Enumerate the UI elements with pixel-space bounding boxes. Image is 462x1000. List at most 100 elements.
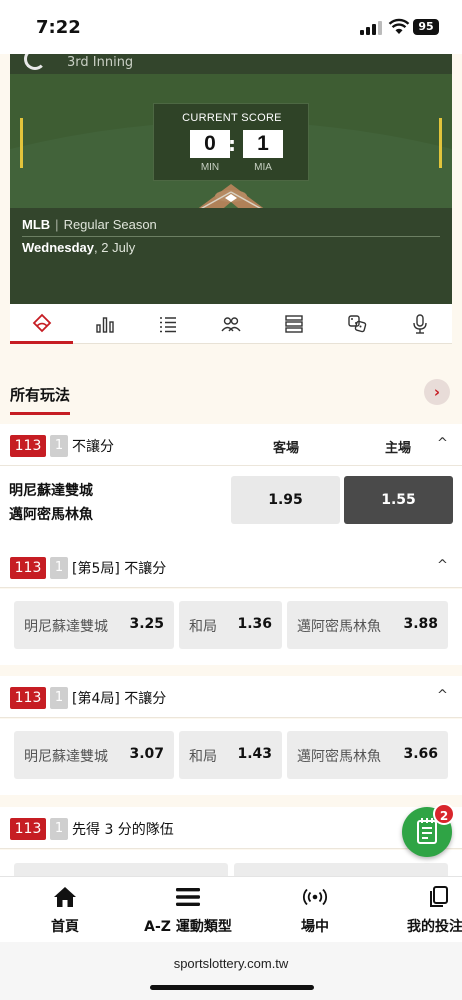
odds-option[interactable]: 和局 1.43 — [179, 731, 282, 779]
market-title: 先得 3 分的隊伍 — [72, 822, 174, 838]
market-title: [第5局] 不讓分 — [72, 561, 167, 577]
event-num-badge: 1 — [50, 435, 68, 457]
score-label: CURRENT SCORE — [182, 112, 282, 124]
home-team-abbr: MIA — [254, 162, 272, 173]
current-score-box: CURRENT SCORE 0 : 1 MIN MIA — [153, 103, 309, 181]
hero-top-band: 3rd Inning — [10, 54, 452, 74]
game-tabs — [10, 304, 452, 344]
tab-field[interactable] — [10, 304, 73, 344]
weekday: Wednesday — [22, 240, 95, 255]
bet-slip-count-badge: 2 — [433, 803, 455, 825]
tab-list[interactable] — [136, 304, 199, 344]
option-name: 邁阿密馬林魚 — [297, 749, 381, 765]
battery-indicator: 95 — [413, 19, 439, 35]
away-team-name: 明尼蘇達雙城 — [9, 483, 93, 499]
players-icon — [220, 317, 241, 332]
away-odds-button[interactable]: 1.95 — [231, 476, 340, 524]
bar-chart-icon — [95, 317, 114, 333]
microphone-icon — [412, 314, 427, 334]
browser-url-bar[interactable]: sportslottery.com.tw — [0, 942, 462, 1000]
game-hero: 3rd Inning CURRENT SCORE 0 : 1 MIN MIA M… — [10, 54, 452, 304]
event-code-badge: 113 — [10, 557, 46, 579]
status-bar: 7:22 95 — [0, 0, 462, 54]
odds-option[interactable]: 邁阿密馬林魚 3.66 — [287, 731, 448, 779]
season-name: Regular Season — [63, 217, 157, 232]
event-code-badge: 113 — [10, 435, 46, 457]
event-code-badge: 113 — [10, 687, 46, 709]
home-icon — [54, 887, 76, 907]
market-header[interactable]: 113 1 不讓分 客場 主場 ^ — [0, 424, 462, 466]
col-home-label: 主場 — [385, 441, 412, 456]
odds-option[interactable]: 和局 1.36 — [179, 601, 282, 649]
inning5-odds-row: 明尼蘇達雙城 3.25 和局 1.36 邁阿密馬林魚 3.88 — [0, 589, 462, 665]
game-info-panel: MLB | Regular Season Wednesday, 2 July — [10, 208, 452, 304]
option-name: 和局 — [189, 749, 217, 765]
chevron-right-icon[interactable]: › — [424, 379, 450, 405]
nav-sports-az[interactable]: A-Z 運動類型 — [118, 877, 258, 943]
tab-players[interactable] — [199, 304, 262, 344]
option-name: 邁阿密馬林魚 — [297, 619, 381, 635]
market-header[interactable]: 113 1 [第4局] 不讓分 ^ — [0, 676, 462, 718]
league-name: MLB — [22, 217, 51, 232]
team-logo-icon — [24, 54, 46, 70]
score-separator: : — [228, 132, 236, 156]
market-title: 不讓分 — [72, 439, 114, 455]
list-icon — [159, 317, 176, 333]
chevron-up-icon[interactable]: ^ — [437, 558, 448, 573]
date-line: Wednesday, 2 July — [22, 240, 135, 255]
option-value: 1.36 — [237, 616, 272, 632]
league-line: MLB | Regular Season — [22, 217, 157, 232]
home-indicator[interactable] — [150, 985, 314, 990]
nav-live-label: 場中 — [301, 919, 329, 935]
dice-icon — [347, 315, 366, 333]
home-team-name: 邁阿密馬林魚 — [9, 507, 93, 523]
market-header[interactable]: 113 1 先得 3 分的隊伍 — [0, 807, 462, 849]
inning4-odds-row: 明尼蘇達雙城 3.07 和局 1.43 邁阿密馬林魚 3.66 — [0, 719, 462, 795]
league-separator: | — [55, 217, 59, 232]
market-title: [第4局] 不讓分 — [72, 691, 167, 707]
away-team-abbr: MIN — [200, 162, 220, 173]
away-score: 0 — [190, 130, 230, 158]
option-value: 1.43 — [237, 746, 272, 762]
all-markets-title: 所有玩法 — [10, 384, 71, 415]
option-name: 和局 — [189, 619, 217, 635]
bottom-navigation: 首頁 A-Z 運動類型 場中 我的投注 — [0, 876, 462, 942]
event-num-badge: 1 — [50, 557, 68, 579]
menu-icon — [176, 888, 200, 906]
tab-stats[interactable] — [73, 304, 136, 344]
wifi-icon — [388, 18, 410, 34]
nav-my-bets[interactable]: 我的投注 — [390, 877, 462, 943]
option-value: 3.66 — [403, 746, 438, 762]
live-icon — [303, 888, 327, 906]
all-markets-header: 所有玩法 › — [10, 376, 452, 415]
status-time: 7:22 — [36, 17, 81, 38]
url-text: sportslottery.com.tw — [173, 956, 289, 971]
tab-dice[interactable] — [325, 304, 388, 344]
date: , 2 July — [94, 240, 136, 255]
tab-lineup[interactable] — [262, 304, 325, 344]
col-away-label: 客場 — [273, 441, 300, 456]
nav-live[interactable]: 場中 — [270, 877, 360, 943]
tab-commentary[interactable] — [388, 304, 451, 344]
option-value: 3.07 — [129, 746, 164, 762]
info-divider — [22, 236, 440, 237]
option-value: 3.88 — [403, 616, 438, 632]
nav-home[interactable]: 首頁 — [20, 877, 110, 943]
nav-home-label: 首頁 — [51, 919, 79, 935]
odds-option[interactable]: 明尼蘇達雙城 3.25 — [14, 601, 174, 649]
chevron-up-icon[interactable]: ^ — [437, 436, 448, 451]
event-num-badge: 1 — [50, 818, 68, 840]
option-value: 3.25 — [129, 616, 164, 632]
chevron-up-icon[interactable]: ^ — [437, 688, 448, 703]
option-name: 明尼蘇達雙城 — [24, 749, 108, 765]
odds-option[interactable]: 邁阿密馬林魚 3.88 — [287, 601, 448, 649]
odds-option[interactable]: 明尼蘇達雙城 3.07 — [14, 731, 174, 779]
option-name: 明尼蘇達雙城 — [24, 619, 108, 635]
home-odds-button[interactable]: 1.55 — [344, 476, 453, 524]
baseball-diamond-icon — [32, 313, 51, 332]
event-num-badge: 1 — [50, 687, 68, 709]
moneyline-row: 明尼蘇達雙城 邁阿密馬林魚 1.95 1.55 — [0, 466, 462, 546]
nav-sports-az-label: A-Z 運動類型 — [144, 919, 232, 935]
event-code-badge: 113 — [10, 818, 46, 840]
market-header[interactable]: 113 1 [第5局] 不讓分 ^ — [0, 546, 462, 588]
